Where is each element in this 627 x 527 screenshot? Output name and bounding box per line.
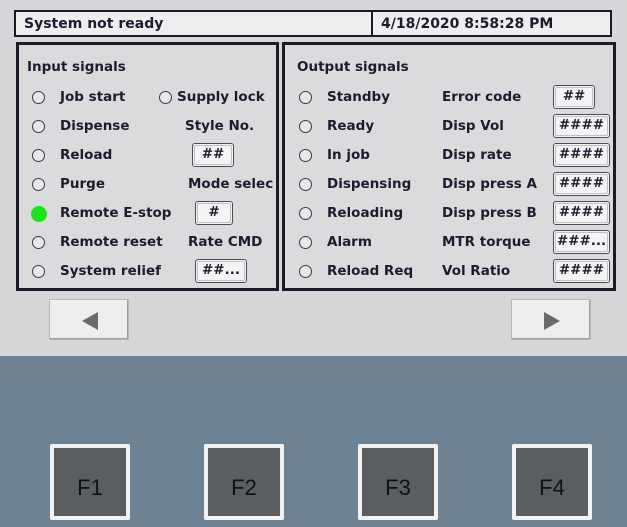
input-label-dispense: Dispense: [60, 118, 130, 134]
previous-screen-button[interactable]: [49, 299, 129, 340]
output-label-reloading: Reloading: [327, 205, 404, 221]
disp-press-b-label: Disp press B: [442, 205, 537, 221]
style-no-label: Style No.: [185, 118, 255, 134]
input-label-system-relief: System relief: [60, 263, 162, 279]
input-indicator-system-relief: [32, 265, 45, 278]
input-indicator-remote-estop: [31, 206, 47, 222]
next-screen-button[interactable]: [511, 299, 591, 340]
status-message: System not ready: [24, 16, 164, 32]
output-label-reload-req: Reload Req: [327, 263, 414, 279]
output-row-ready: Ready: [285, 117, 435, 139]
triangle-left-icon: [82, 312, 98, 330]
input-label-supply-lock: Supply lock: [177, 89, 265, 105]
mode-select-field[interactable]: #: [195, 201, 233, 225]
f1-key[interactable]: F1: [50, 444, 130, 520]
status-divider: [371, 12, 373, 35]
hmi-panel: System not ready 4/18/2020 8:58:28 PM In…: [0, 0, 627, 527]
rate-cmd-label: Rate CMD: [188, 234, 263, 250]
input-row-remote-reset: Remote reset Rate CMD: [19, 233, 276, 255]
input-row-reload: Reload: [19, 146, 276, 168]
output-label-dispensing: Dispensing: [327, 176, 412, 192]
output-indicator-alarm: [299, 236, 312, 249]
input-indicator-purge: [32, 178, 45, 191]
disp-vol-field[interactable]: ####: [553, 114, 610, 138]
input-signals-title: Input signals: [27, 59, 126, 75]
input-indicator-remote-reset: [32, 236, 45, 249]
disp-rate-label: Disp rate: [442, 147, 512, 163]
input-row-dispense: Dispense Style No.: [19, 117, 276, 139]
input-row-purge: Purge Mode selec: [19, 175, 276, 197]
input-row-remote-estop: Remote E-stop: [19, 204, 276, 226]
disp-press-a-field[interactable]: ####: [553, 172, 610, 196]
disp-press-a-label: Disp press A: [442, 176, 537, 192]
output-label-standby: Standby: [327, 89, 391, 105]
status-datetime: 4/18/2020 8:58:28 PM: [381, 16, 554, 32]
output-indicator-standby: [299, 91, 312, 104]
input-indicator-reload: [32, 149, 45, 162]
hmi-screen: System not ready 4/18/2020 8:58:28 PM In…: [0, 0, 627, 356]
vol-ratio-field[interactable]: ####: [553, 259, 610, 283]
output-signals-title: Output signals: [297, 59, 409, 75]
input-row-job-start: Job start Supply lock: [19, 88, 276, 110]
f2-key-label: F2: [231, 475, 257, 500]
input-indicator-supply-lock: [159, 91, 172, 104]
input-signals-panel: Input signals Job start Supply lock Disp…: [16, 42, 279, 291]
input-label-remote-reset: Remote reset: [60, 234, 163, 250]
input-label-remote-estop: Remote E-stop: [60, 205, 172, 221]
output-indicator-in-job: [299, 149, 312, 162]
output-row-in-job: In job: [285, 146, 435, 168]
output-indicator-ready: [299, 120, 312, 133]
f4-key-label: F4: [539, 475, 565, 500]
input-label-job-start: Job start: [60, 89, 126, 105]
output-row-reloading: Reloading: [285, 204, 435, 226]
f3-key-label: F3: [385, 475, 411, 500]
output-label-alarm: Alarm: [327, 234, 372, 250]
error-code-label: Error code: [442, 89, 522, 105]
output-row-alarm: Alarm: [285, 233, 435, 255]
f1-key-label: F1: [77, 475, 103, 500]
style-no-field[interactable]: ##: [192, 143, 234, 167]
f4-key[interactable]: F4: [512, 444, 592, 520]
output-label-in-job: In job: [327, 147, 370, 163]
f3-key[interactable]: F3: [358, 444, 438, 520]
input-row-system-relief: System relief: [19, 262, 189, 284]
vol-ratio-label: Vol Ratio: [442, 263, 511, 279]
output-indicator-reloading: [299, 207, 312, 220]
output-indicator-reload-req: [299, 265, 312, 278]
mode-select-label: Mode selec: [188, 176, 274, 192]
rate-cmd-field[interactable]: ##...: [195, 259, 247, 283]
input-label-reload: Reload: [60, 147, 113, 163]
output-label-ready: Ready: [327, 118, 375, 134]
disp-vol-label: Disp Vol: [442, 118, 504, 134]
output-row-standby: Standby: [285, 88, 435, 110]
input-label-purge: Purge: [60, 176, 105, 192]
disp-rate-field[interactable]: ####: [553, 143, 610, 167]
error-code-field[interactable]: ##: [553, 85, 595, 109]
output-row-dispensing: Dispensing: [285, 175, 435, 197]
triangle-right-icon: [544, 312, 560, 330]
output-signals-panel: Output signals Standby Ready In job Disp…: [282, 42, 616, 291]
input-indicator-job-start: [32, 91, 45, 104]
status-bar: System not ready 4/18/2020 8:58:28 PM: [14, 10, 612, 37]
mtr-torque-field[interactable]: ###...: [553, 230, 610, 254]
input-indicator-dispense: [32, 120, 45, 133]
f2-key[interactable]: F2: [204, 444, 284, 520]
output-row-reload-req: Reload Req: [285, 262, 435, 284]
disp-press-b-field[interactable]: ####: [553, 201, 610, 225]
output-indicator-dispensing: [299, 178, 312, 191]
mtr-torque-label: MTR torque: [442, 234, 531, 250]
